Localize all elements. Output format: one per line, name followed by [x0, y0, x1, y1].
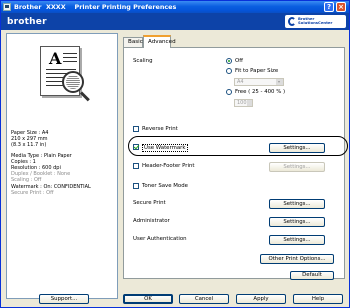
toner-save-checkbox[interactable] [133, 183, 139, 189]
preview-text-line [63, 53, 77, 54]
status-line: Secure Print : Off [11, 189, 54, 196]
preview-text-line [46, 69, 76, 70]
brother-logo: brother [7, 17, 47, 27]
fit-to-paper-label[interactable]: Fit to Paper Size [235, 68, 278, 74]
administrator-label: Administrator [133, 218, 170, 224]
help-button[interactable]: Help [293, 294, 343, 304]
scaling-off-label[interactable]: Off [235, 58, 243, 64]
advanced-tab-panel: Scaling Off Fit to Paper Size A4 Free ( … [123, 47, 345, 280]
close-button[interactable]: × [336, 2, 346, 12]
free-scaling-label[interactable]: Free ( 25 - 400 % ) [235, 89, 285, 95]
brand-bar: brother Brother SolutionsCenter [1, 13, 349, 30]
user-authentication-settings-button[interactable]: Settings... [269, 235, 325, 245]
preview-text-line [63, 57, 77, 58]
header-footer-checkbox[interactable] [133, 163, 139, 169]
solutions-center-button[interactable]: Brother SolutionsCenter [285, 15, 346, 28]
header-footer-label[interactable]: Header-Footer Print [142, 163, 195, 169]
reverse-print-label[interactable]: Reverse Print [142, 126, 178, 132]
ok-button[interactable]: OK [123, 294, 173, 304]
header-footer-settings-button[interactable]: Settings... [269, 162, 325, 172]
page-preview: A [37, 44, 97, 104]
magnifier-handle [79, 91, 90, 102]
preview-text-line [63, 61, 77, 62]
apply-button[interactable]: Apply [236, 294, 286, 304]
use-watermark-label[interactable]: Use Watermark [142, 144, 188, 152]
tab-advanced[interactable]: Advanced [143, 35, 176, 48]
solutions-center-icon [288, 17, 296, 26]
fit-to-paper-radio[interactable] [226, 68, 232, 74]
watermark-settings-button[interactable]: Settings... [269, 143, 325, 153]
tab-basic[interactable]: Basic [123, 37, 143, 47]
settings-summary: Paper Size : A4 210 x 297 mm (8.3 x 11.7 i… [11, 130, 115, 196]
free-scaling-radio[interactable] [226, 89, 232, 95]
default-button[interactable]: Default [290, 271, 334, 280]
toner-save-label[interactable]: Toner Save Mode [142, 183, 188, 189]
title-bar[interactable]: Brother XXXX Printer Printing Preference… [1, 1, 349, 13]
preview-letter: A [49, 49, 62, 68]
use-watermark-checkbox[interactable] [133, 144, 139, 150]
paper-size-select[interactable]: A4 [234, 78, 284, 86]
free-scaling-value: 100 [237, 100, 247, 106]
window-title: Brother XXXX Printer Printing Preference… [14, 3, 177, 11]
administrator-settings-button[interactable]: Settings... [269, 217, 325, 227]
preview-panel: A Paper Size : A4 210 x 297 mm (8.3 x 11.7… [6, 33, 118, 299]
paper-size-value: A4 [237, 79, 244, 85]
spin-arrows-icon [247, 100, 252, 106]
chevron-down-icon [276, 79, 283, 85]
scaling-off-radio[interactable] [226, 58, 232, 64]
user-authentication-label: User Authentication [133, 236, 187, 242]
preview-text-line [46, 85, 64, 86]
secure-print-settings-button[interactable]: Settings... [269, 199, 325, 209]
printer-icon [3, 3, 11, 11]
other-print-options-button[interactable]: Other Print Options... [260, 254, 334, 264]
cancel-button[interactable]: Cancel [179, 294, 229, 304]
help-title-button[interactable]: ? [324, 2, 334, 12]
secure-print-label: Secure Print [133, 200, 166, 206]
free-scaling-spinbox[interactable]: 100 [234, 99, 253, 107]
support-button[interactable]: Support... [39, 294, 89, 304]
preview-text-line [46, 77, 64, 78]
scaling-label: Scaling [133, 58, 153, 64]
printing-preferences-window: Brother XXXX Printer Printing Preference… [0, 0, 350, 308]
magnifier-icon [62, 71, 84, 93]
solutions-center-label: Brother SolutionsCenter [298, 16, 333, 26]
reverse-print-checkbox[interactable] [133, 126, 139, 132]
